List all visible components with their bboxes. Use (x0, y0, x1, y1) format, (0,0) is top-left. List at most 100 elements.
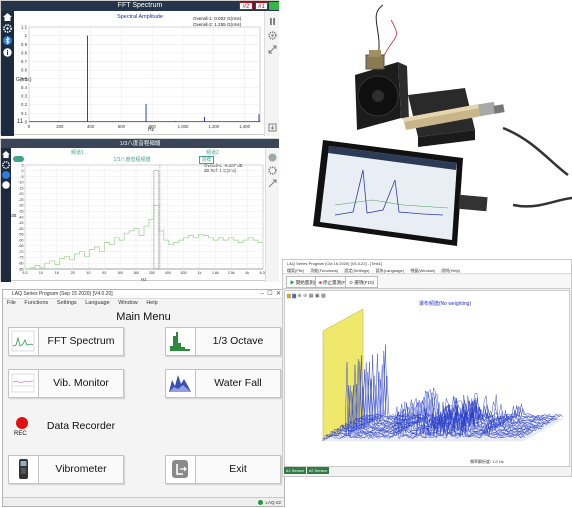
hold-icon[interactable] (268, 17, 277, 26)
x-tick-label: 6.3k (260, 271, 265, 275)
menu-file[interactable]: File (7, 300, 16, 306)
x-tick-label: 10 (39, 271, 43, 275)
exit-button[interactable]: Exit (165, 455, 281, 484)
y-tick-label: -10 (18, 181, 23, 185)
waterfall-button[interactable]: Water Fall (165, 369, 281, 398)
status-indicator (269, 2, 279, 10)
y-tick-label: -30 (18, 204, 23, 208)
vib-monitor-icon (9, 370, 39, 397)
export-icon[interactable] (268, 123, 277, 132)
menu-bar: 檔案(File) 功能(Functions) 設定(Settings) 語系(L… (283, 267, 571, 274)
x-tick-label: 160 (133, 271, 139, 275)
y-tick-label: 0.6 (21, 68, 28, 73)
x-tick-label: 1,000 (178, 124, 189, 129)
fan-image (355, 50, 409, 130)
octave-chart: Overall-1: -9.207 dB dB Ref: 1 G(rms) dB… (11, 163, 265, 282)
rec-icon: REC (8, 413, 38, 440)
page-title: Main Menu (116, 311, 171, 323)
spectrum-slice (359, 350, 560, 421)
menu-functions[interactable]: 功能(Functions) (310, 268, 338, 273)
zoom-icon[interactable] (268, 45, 277, 54)
channel-badge-2[interactable]: #2 (239, 2, 253, 10)
vib-monitor-button[interactable]: Vib. Monitor (8, 369, 124, 398)
menu-functions[interactable]: Functions (24, 300, 48, 306)
x-tick-label: 600 (118, 124, 126, 129)
vibrometer-icon (9, 456, 39, 483)
options-button[interactable]: ⚙ 選項(F10) (345, 276, 379, 288)
home-icon[interactable] (3, 13, 12, 21)
main-menu-window: LAQ Series Program (Sep 15 2020) [V4.0.2… (2, 289, 285, 507)
menu-language[interactable]: Language (85, 300, 109, 306)
button-label: Water Fall (214, 377, 262, 389)
bluetooth-icon[interactable] (2, 171, 10, 179)
hardware-photo (283, 0, 572, 258)
menu-settings[interactable]: Settings (57, 300, 77, 306)
y-tick-label: 0 (22, 169, 24, 173)
y-tick-label: -40 (18, 215, 23, 219)
left-nav (1, 11, 14, 136)
bluetooth-icon[interactable] (3, 36, 12, 45)
status-bar: LAQ-22 (3, 497, 284, 506)
x-tick-label: 25 (71, 271, 75, 275)
settings-icon[interactable] (3, 24, 12, 33)
info-icon[interactable] (2, 181, 10, 189)
channel-tab-2[interactable]: #2 Sensor (307, 467, 330, 474)
y-tick-label: 0.2 (21, 102, 28, 107)
data-recorder-button[interactable]: REC Data Recorder (8, 413, 124, 442)
fft-titlebar: FFT Spectrum (1, 1, 279, 11)
hold-icon[interactable] (268, 153, 277, 162)
button-label: Vib. Monitor (53, 377, 109, 389)
menu-settings[interactable]: 設定(Settings) (344, 268, 369, 273)
menu-help[interactable]: 說明(Help) (441, 268, 460, 273)
y-axis-label: dB (11, 213, 17, 218)
y-tick-label: 5 (22, 163, 24, 167)
menu-window[interactable]: Window (118, 300, 138, 306)
fft-chart: Spectral Amplitude Overall-1: 0.002 G(rm… (16, 14, 261, 133)
menu-file[interactable]: 檔案(File) (287, 268, 304, 273)
channel-tab-1[interactable]: #1 Sensor (284, 467, 307, 474)
cursor-band (153, 170, 160, 270)
gear-icon[interactable] (268, 166, 277, 175)
gear-icon[interactable] (268, 31, 277, 40)
menu-window[interactable]: 視窗(Window) (410, 268, 435, 273)
x-tick-label: 4k (245, 271, 249, 275)
y-tick-label: 0.3 (21, 94, 28, 99)
y-tick-label: -50 (18, 227, 23, 231)
menu-help[interactable]: Help (146, 300, 157, 306)
button-label: 1/3 Octave (212, 335, 264, 347)
x-tick-label: 400 (87, 124, 95, 129)
button-label: Vibrometer (55, 463, 107, 475)
window-title: FFT Spectrum (117, 2, 163, 9)
octave-button[interactable]: 1/3 Octave (165, 327, 281, 356)
x-tick-label: 1.6k (212, 271, 219, 275)
y-tick-label: -35 (18, 210, 23, 214)
window-controls[interactable]: – ☐ ✕ (261, 290, 281, 299)
tab-channel-2[interactable]: 頻道2 (206, 149, 219, 156)
amplitude-wall (322, 308, 364, 442)
info-icon[interactable] (3, 48, 12, 57)
x-tick-label: 2.5k (228, 271, 235, 275)
tab-channel-1[interactable]: 頻道1 (71, 149, 84, 156)
plot-area: ▆ ▆ ⊕ ⊖ ▦ ▣ ▩ 瀑布頻譜(No weighting) 頻率解析度: … (284, 290, 570, 467)
y-tick-label: -75 (18, 256, 23, 260)
right-tools (265, 148, 279, 282)
smartphone-image (313, 140, 488, 246)
y-tick-label: -65 (18, 244, 23, 248)
button-label: Exit (229, 463, 247, 475)
menu-language[interactable]: 語系(Language) (376, 268, 404, 273)
vibrometer-button[interactable]: Vibrometer (8, 455, 124, 484)
channel-1-series (25, 205, 263, 270)
zoom-icon[interactable] (268, 179, 277, 188)
menu-bar: File Functions Settings Language Window … (3, 299, 284, 308)
window-title: LAQ Series Program (Oct 16 2020) [V4.0.2… (287, 261, 382, 266)
channel-badge-1[interactable]: #1 (255, 2, 268, 10)
cursor-readout-2: dB Ref: 1 G(rms) (204, 168, 237, 173)
window-title: LAQ Series Program (Sep 15 2020) [V4.0.2… (12, 291, 113, 297)
x-tick-label: 630 (181, 271, 187, 275)
y-tick-label: 1.1 (21, 25, 28, 30)
waterfall-window: LAQ Series Program (Oct 16 2020) [V4.0.2… (282, 259, 572, 477)
octave-titlebar: 1/3八度音程頻譜 (1, 139, 279, 148)
x-tick-label: 200 (56, 124, 64, 129)
fft-spectrum-button[interactable]: FFT Spectrum (8, 327, 124, 356)
y-tick-label: -80 (18, 262, 23, 266)
